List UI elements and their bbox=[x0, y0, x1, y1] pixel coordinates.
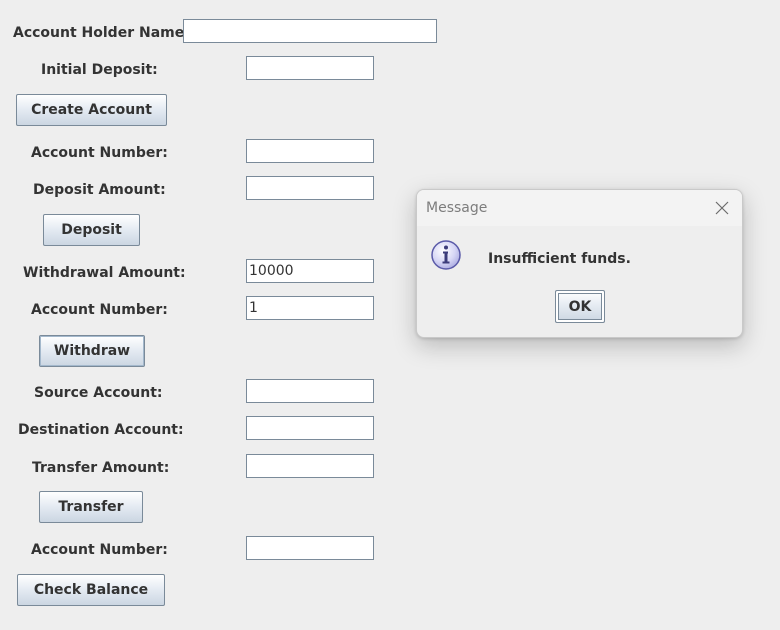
close-icon[interactable] bbox=[708, 194, 736, 222]
create-account-button[interactable]: Create Account bbox=[16, 94, 167, 126]
balance-account-number-input[interactable] bbox=[246, 536, 374, 560]
deposit-button[interactable]: Deposit bbox=[43, 214, 140, 246]
transfer-amount-input[interactable] bbox=[246, 454, 374, 478]
dialog-titlebar[interactable]: Message bbox=[417, 190, 742, 226]
info-icon bbox=[430, 239, 462, 271]
withdrawal-amount-input[interactable] bbox=[246, 259, 374, 283]
withdraw-account-number-label: Account Number: bbox=[31, 302, 168, 318]
destination-account-label: Destination Account: bbox=[18, 422, 184, 438]
deposit-amount-label: Deposit Amount: bbox=[33, 182, 166, 198]
withdrawal-amount-label: Withdrawal Amount: bbox=[23, 265, 186, 281]
withdraw-button[interactable]: Withdraw bbox=[39, 335, 145, 367]
source-account-label: Source Account: bbox=[34, 385, 163, 401]
initial-deposit-input[interactable] bbox=[246, 56, 374, 80]
ok-button[interactable]: OK bbox=[555, 290, 605, 323]
account-holder-name-label: Account Holder Name: bbox=[13, 25, 190, 41]
initial-deposit-label: Initial Deposit: bbox=[41, 62, 158, 78]
dialog-title: Message bbox=[426, 200, 488, 216]
source-account-input[interactable] bbox=[246, 379, 374, 403]
deposit-amount-input[interactable] bbox=[246, 176, 374, 200]
deposit-account-number-label: Account Number: bbox=[31, 145, 168, 161]
account-holder-name-input[interactable] bbox=[183, 19, 437, 43]
message-dialog: Message Insufficient funds. OK bbox=[416, 189, 743, 338]
withdraw-account-number-input[interactable] bbox=[246, 296, 374, 320]
transfer-amount-label: Transfer Amount: bbox=[32, 460, 170, 476]
check-balance-button[interactable]: Check Balance bbox=[17, 574, 165, 606]
deposit-account-number-input[interactable] bbox=[246, 139, 374, 163]
balance-account-number-label: Account Number: bbox=[31, 542, 168, 558]
destination-account-input[interactable] bbox=[246, 416, 374, 440]
transfer-button[interactable]: Transfer bbox=[39, 491, 143, 523]
dialog-message: Insufficient funds. bbox=[488, 251, 631, 267]
